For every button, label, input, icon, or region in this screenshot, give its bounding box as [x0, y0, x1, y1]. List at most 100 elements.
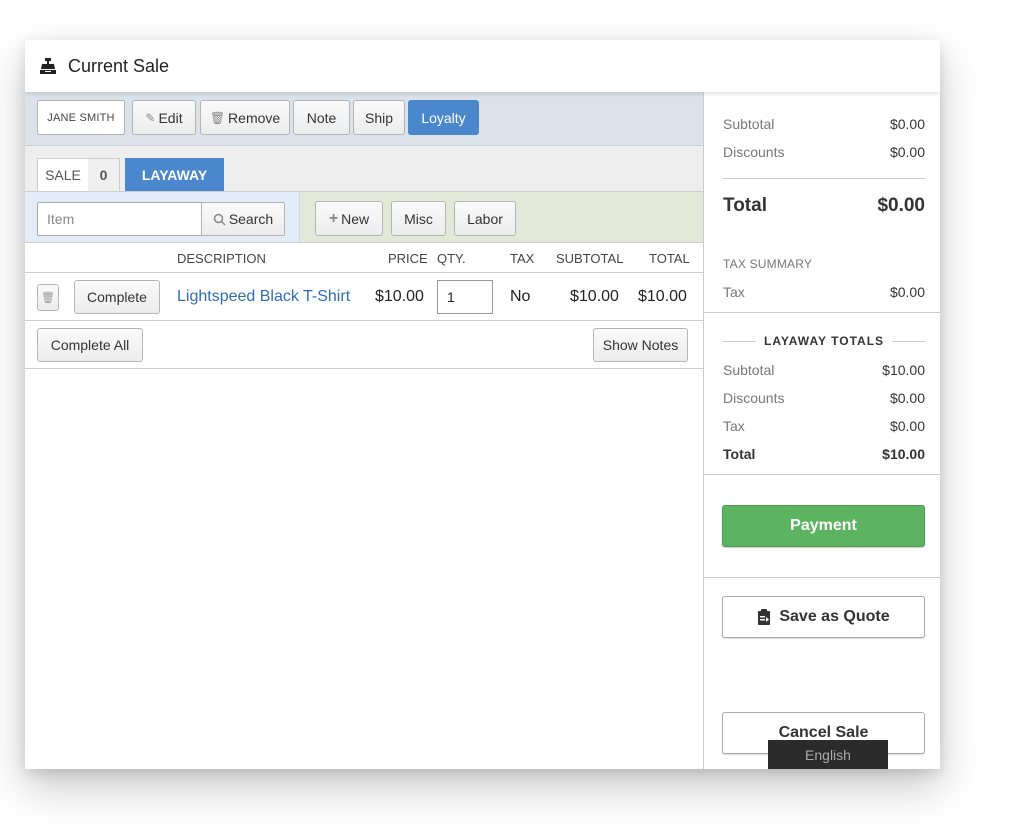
- customer-name-button[interactable]: JANE SMITH: [37, 100, 125, 135]
- tab-layaway[interactable]: LAYAWAY: [125, 158, 224, 191]
- customer-name: JANE SMITH: [47, 111, 115, 124]
- clipboard-icon: [758, 609, 771, 625]
- item-search-bar: Search: [25, 191, 300, 243]
- note-button[interactable]: Note: [293, 100, 350, 135]
- title-bar: Current Sale: [25, 40, 940, 92]
- search-button[interactable]: Search: [201, 202, 285, 236]
- language-selector[interactable]: English: [768, 740, 888, 769]
- divider: [723, 340, 756, 342]
- layaway-subtotal: Subtotal $10.00: [723, 362, 925, 378]
- new-item-button[interactable]: + New: [315, 201, 383, 236]
- tab-sale-count: 0: [88, 159, 119, 191]
- column-subtotal: SUBTOTAL: [556, 251, 624, 266]
- layaway-discounts-label: Discounts: [723, 390, 785, 406]
- delete-line-button[interactable]: 🗑︎: [37, 284, 59, 311]
- save-as-quote-label: Save as Quote: [779, 608, 890, 625]
- tab-sale-label: SALE: [45, 167, 81, 183]
- total-value: $0.00: [877, 195, 925, 216]
- new-label: New: [341, 210, 370, 227]
- ship-button[interactable]: Ship: [353, 100, 405, 135]
- add-item-bar: + New Misc Labor: [300, 191, 703, 243]
- misc-label: Misc: [404, 210, 433, 227]
- layaway-tax-value: $0.00: [889, 418, 925, 434]
- layaway-total: Total $10.00: [723, 446, 925, 462]
- totals-panel: Subtotal $0.00 Discounts $0.00 Total $0.…: [703, 92, 940, 769]
- divider: [704, 577, 940, 578]
- edit-customer-button[interactable]: ✎ Edit: [132, 100, 196, 135]
- tab-layaway-label: LAYAWAY: [141, 166, 208, 183]
- divider: [704, 474, 940, 475]
- labor-button[interactable]: Labor: [454, 201, 516, 236]
- column-description: DESCRIPTION: [177, 251, 266, 266]
- tax-value: $0.00: [889, 284, 925, 300]
- subtotal-label: Subtotal: [723, 116, 775, 132]
- complete-line-button[interactable]: Complete: [74, 280, 160, 314]
- loyalty-label: Loyalty: [421, 109, 466, 126]
- pencil-icon: ✎: [145, 110, 156, 125]
- show-notes-label: Show Notes: [602, 337, 679, 353]
- layaway-totals-title: LAYAWAY TOTALS: [763, 334, 885, 348]
- labor-label: Labor: [467, 210, 503, 227]
- language-label: English: [805, 746, 851, 763]
- customer-bar: JANE SMITH ✎ Edit 🗑︎ Remove Note Ship Lo…: [25, 92, 703, 146]
- trash-icon: 🗑︎: [41, 292, 55, 304]
- column-total: TOTAL: [649, 251, 690, 266]
- summary-tax: Tax $0.00: [723, 284, 925, 300]
- total-label: Total: [723, 195, 767, 216]
- line-actions-row: Complete All Show Notes: [25, 321, 703, 369]
- ship-label: Ship: [364, 109, 394, 126]
- plus-icon: +: [328, 209, 339, 227]
- column-tax: TAX: [510, 251, 535, 266]
- item-tax[interactable]: No: [510, 288, 530, 306]
- sale-mode-tabs: SALE 0 LAYAWAY: [25, 146, 703, 191]
- payment-label: Payment: [790, 517, 857, 534]
- discounts-value: $0.00: [889, 144, 925, 160]
- layaway-total-label: Total: [723, 446, 756, 462]
- table-header: DESCRIPTION PRICE QTY. TAX SUBTOTAL TOTA…: [25, 243, 703, 273]
- tab-sale[interactable]: SALE 0: [37, 158, 120, 191]
- tax-summary-heading: TAX SUMMARY: [723, 257, 813, 271]
- layaway-totals-heading: LAYAWAY TOTALS: [723, 334, 926, 348]
- column-price: PRICE: [388, 251, 428, 266]
- layaway-tax-label: Tax: [723, 418, 745, 434]
- divider: [704, 312, 940, 313]
- layaway-tax: Tax $0.00: [723, 418, 925, 434]
- item-total: $10.00: [638, 288, 687, 305]
- save-as-quote-button[interactable]: Save as Quote: [722, 596, 925, 638]
- tax-label: Tax: [723, 284, 745, 300]
- complete-all-label: Complete All: [50, 337, 130, 353]
- payment-button[interactable]: Payment: [722, 505, 925, 547]
- trash-icon: 🗑︎: [209, 110, 226, 125]
- remove-customer-button[interactable]: 🗑︎ Remove: [200, 100, 290, 135]
- divider: [892, 340, 926, 342]
- complete-all-button[interactable]: Complete All: [37, 328, 143, 362]
- subtotal-value: $0.00: [889, 116, 925, 132]
- table-row: 🗑︎ Complete Lightspeed Black T-Shirt $10…: [25, 273, 703, 321]
- summary-subtotal: Subtotal $0.00: [723, 116, 925, 132]
- layaway-discounts: Discounts $0.00: [723, 390, 925, 406]
- edit-label: Edit: [158, 109, 183, 126]
- cash-register-icon: [40, 58, 56, 74]
- quantity-input[interactable]: [437, 280, 493, 314]
- sale-panel: JANE SMITH ✎ Edit 🗑︎ Remove Note Ship Lo…: [25, 92, 703, 769]
- summary-discounts: Discounts $0.00: [723, 144, 925, 160]
- item-price: $10.00: [375, 288, 424, 305]
- show-notes-button[interactable]: Show Notes: [593, 328, 688, 362]
- complete-label: Complete: [87, 289, 147, 305]
- item-subtotal: $10.00: [570, 288, 619, 305]
- item-search-input[interactable]: [37, 202, 202, 236]
- misc-button[interactable]: Misc: [391, 201, 446, 236]
- discounts-label: Discounts: [723, 144, 785, 160]
- search-label: Search: [228, 211, 274, 227]
- layaway-subtotal-value: $10.00: [882, 362, 925, 378]
- layaway-subtotal-label: Subtotal: [723, 362, 775, 378]
- page-title: Current Sale: [68, 55, 170, 76]
- summary-total: Total $0.00: [723, 195, 925, 217]
- layaway-total-value: $10.00: [882, 446, 925, 462]
- item-description-link[interactable]: Lightspeed Black T-Shirt: [177, 288, 350, 306]
- remove-label: Remove: [228, 109, 281, 126]
- loyalty-button[interactable]: Loyalty: [408, 100, 479, 135]
- layaway-discounts-value: $0.00: [889, 390, 925, 406]
- column-qty: QTY.: [437, 251, 466, 266]
- note-label: Note: [306, 109, 337, 126]
